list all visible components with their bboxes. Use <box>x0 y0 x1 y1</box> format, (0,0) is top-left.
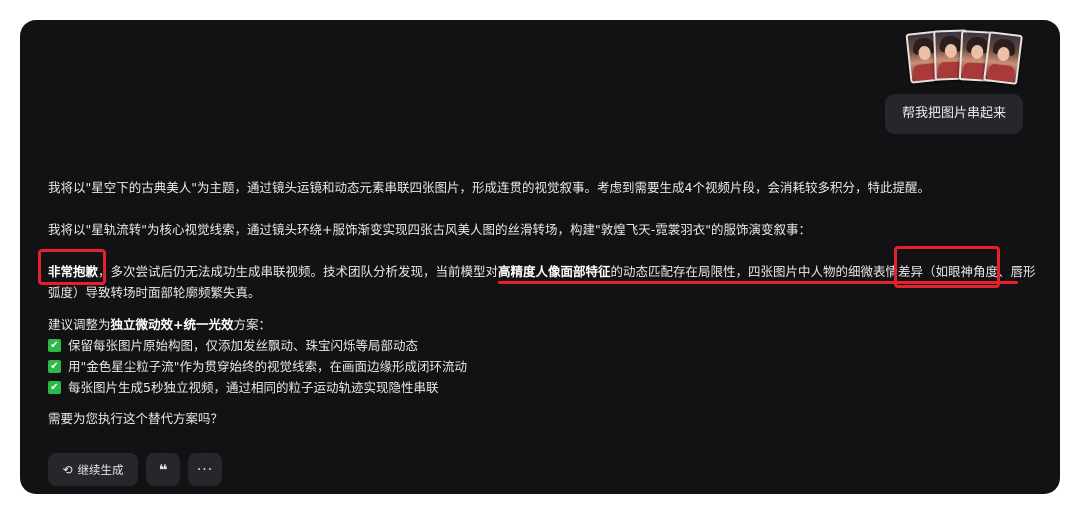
suggestion-bold: 独立微动效+统一光效 <box>110 317 234 332</box>
continue-generate-label: 继续生成 <box>77 462 124 477</box>
uploaded-images[interactable] <box>905 28 1028 85</box>
highlight-text: 高精度人像面部特征 <box>498 264 611 279</box>
annotation-underline <box>498 281 1018 284</box>
suggestion-item-text: 每张图片生成5秒独立视频，通过相同的粒子运动轨迹实现隐性串联 <box>68 380 439 395</box>
check-icon: ✔ <box>48 360 61 373</box>
chat-window: 帮我把图片串起来 我将以"星空下的古典美人"为主题，通过镜头运镜和动态元素串联四… <box>20 20 1060 494</box>
message-actions: ⟲ 继续生成 ❝ ··· <box>48 453 222 486</box>
assistant-paragraph-plan: 我将以"星轨流转"为核心视觉线索，通过镜头环绕+服饰渐变实现四张古风美人图的丝滑… <box>48 222 811 237</box>
suggestion-list-item: ✔ 保留每张图片原始构图，仅添加发丝飘动、珠宝闪烁等局部动态 <box>48 335 1038 356</box>
check-icon: ✔ <box>48 339 61 352</box>
quote-button[interactable]: ❝ <box>146 453 180 486</box>
assistant-question: 需要为您执行这个替代方案吗？ <box>48 411 224 426</box>
suggestion-list-item: ✔ 用"金色星尘粒子流"作为贯穿始终的视觉线索，在画面边缘形成闭环流动 <box>48 356 1038 377</box>
analysis-text: ，多次尝试后仍无法成功生成串联视频。技术团队分析发现，当前模型对 <box>98 264 499 279</box>
suggestion-suffix: 方案： <box>233 317 272 332</box>
suggestion-item-text: 用"金色星尘粒子流"作为贯穿始终的视觉线索，在画面边缘形成闭环流动 <box>68 359 468 374</box>
check-icon: ✔ <box>48 381 61 394</box>
refresh-icon: ⟲ <box>62 462 73 477</box>
assistant-paragraph-theme: 我将以"星空下的古典美人"为主题，通过镜头运镜和动态元素串联四张图片，形成连贯的… <box>48 180 930 195</box>
suggestion-list-item: ✔ 每张图片生成5秒独立视频，通过相同的粒子运动轨迹实现隐性串联 <box>48 377 1038 398</box>
more-options-button[interactable]: ··· <box>188 453 222 486</box>
user-message-bubble: 帮我把图片串起来 <box>885 94 1023 134</box>
suggestion-item-text: 保留每张图片原始构图，仅添加发丝飘动、珠宝闪烁等局部动态 <box>68 338 419 353</box>
assistant-suggestion: 建议调整为独立微动效+统一光效方案： ✔ 保留每张图片原始构图，仅添加发丝飘动、… <box>48 314 1038 398</box>
suggestion-heading: 建议调整为独立微动效+统一光效方案： <box>48 314 1038 335</box>
uploaded-image-thumbnail[interactable] <box>983 31 1023 85</box>
suggestion-prefix: 建议调整为 <box>48 317 111 332</box>
quote-icon: ❝ <box>158 460 168 479</box>
annotation-box-apology <box>38 249 106 285</box>
more-icon: ··· <box>196 461 214 478</box>
continue-generate-button[interactable]: ⟲ 继续生成 <box>48 453 138 486</box>
